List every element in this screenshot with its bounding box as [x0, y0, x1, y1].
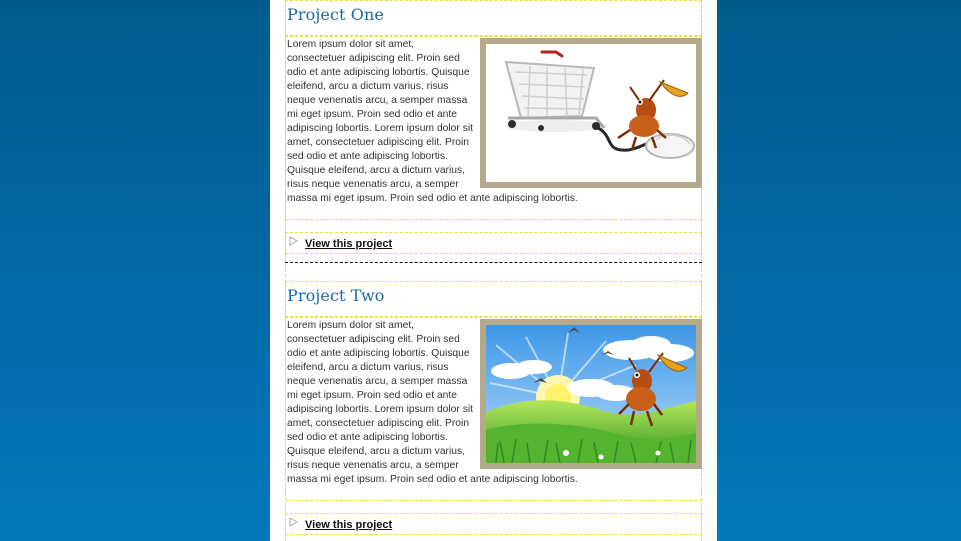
project-description: Lorem ipsum dolor sit amet, consectetuer…: [287, 38, 701, 206]
project-title: Project One: [287, 5, 384, 24]
triangle-bullet-icon: [289, 517, 299, 527]
project-title-box: Project One: [285, 0, 702, 36]
project-link-box: View this project: [285, 513, 702, 535]
project-title: Project Two: [287, 286, 385, 305]
project-description: Lorem ipsum dolor sit amet, consectetuer…: [287, 319, 701, 487]
view-project-link[interactable]: View this project: [305, 519, 392, 531]
project-link-box: View this project: [285, 232, 702, 254]
project-content-box: Lorem ipsum dolor sit amet, consectetuer…: [285, 317, 702, 501]
image-float-spacer: [475, 319, 701, 473]
project-content-box: Lorem ipsum dolor sit amet, consectetuer…: [285, 36, 702, 220]
view-project-link[interactable]: View this project: [305, 238, 392, 250]
triangle-bullet-icon: [289, 236, 299, 246]
project-title-box: Project Two: [285, 281, 702, 317]
project-list-page: Project One Lorem ipsum dolor sit amet, …: [270, 0, 717, 541]
project-separator: [285, 262, 702, 263]
image-float-spacer: [475, 38, 701, 192]
